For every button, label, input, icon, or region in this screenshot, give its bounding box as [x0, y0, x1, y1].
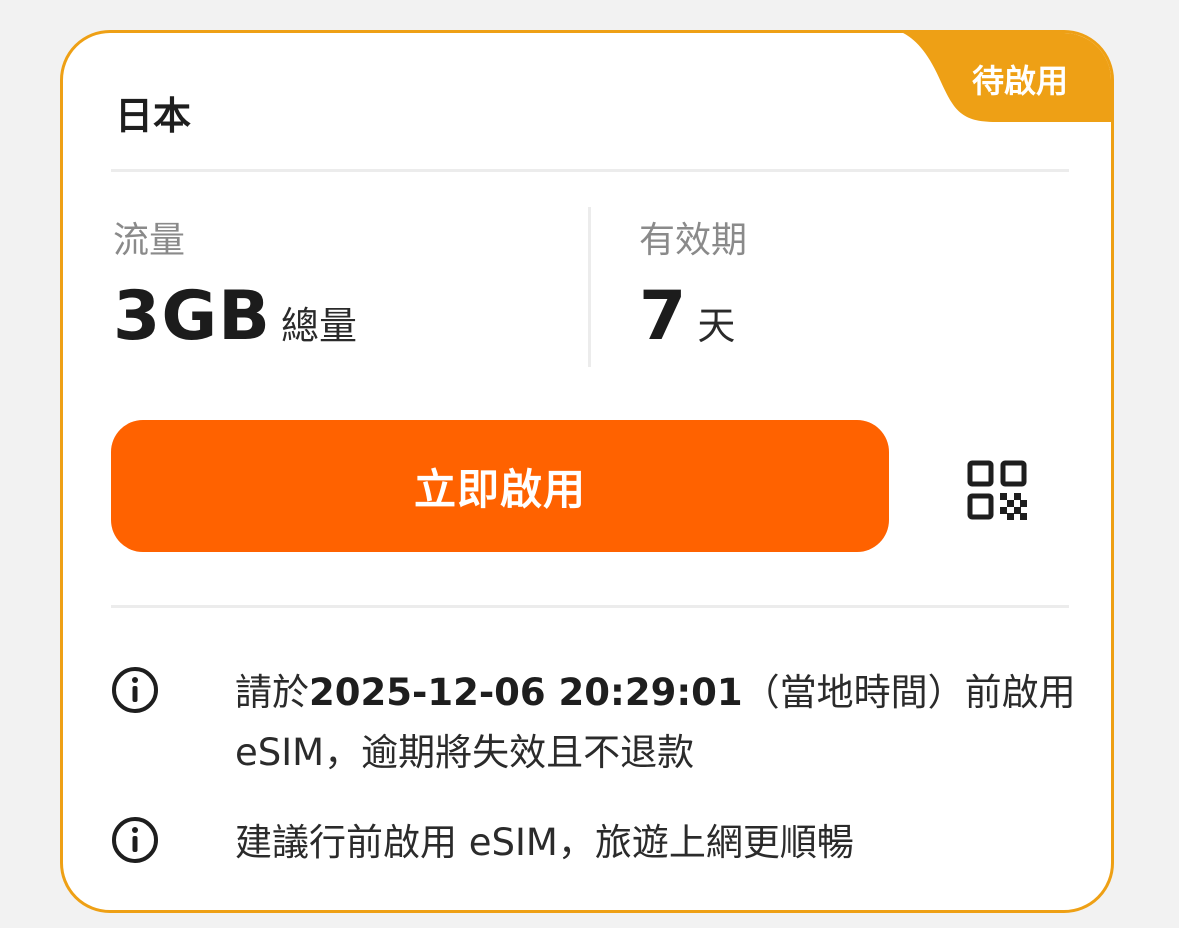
- vertical-divider: [588, 207, 591, 367]
- note-prefix: 請於: [235, 671, 309, 714]
- validity-label: 有效期: [639, 220, 748, 261]
- info-icon: [112, 817, 158, 863]
- country-name: 日本: [115, 94, 192, 138]
- data-value: 3GB: [113, 277, 271, 356]
- validity-value: 7: [639, 277, 688, 356]
- note-text: 建議行前啟用 eSIM，旅遊上網更順暢: [235, 821, 854, 864]
- status-label: 待啟用: [971, 62, 1068, 100]
- note-text: 請於2025-12-06 20:29:01（當地時間）前啟用 eSIM，逾期將失…: [235, 663, 1111, 783]
- divider: [111, 169, 1069, 172]
- qr-code-button[interactable]: [961, 454, 1033, 526]
- divider: [111, 605, 1069, 608]
- validity-unit: 天: [697, 304, 736, 348]
- status-badge: 待啟用: [896, 33, 1111, 122]
- info-icon: [112, 667, 158, 713]
- esim-card: 待啟用 日本 流量 3GB 總量 有效期 7天 立即啟用 請於2025-12-0…: [60, 30, 1114, 913]
- activation-deadline: 2025-12-06 20:29:01: [309, 671, 743, 714]
- data-allowance: 流量 3GB 總量: [113, 219, 357, 356]
- data-label: 流量: [113, 220, 186, 261]
- data-unit: 總量: [280, 304, 357, 348]
- qr-code-icon: [967, 460, 1027, 520]
- activate-button[interactable]: 立即啟用: [111, 420, 889, 552]
- validity-period: 有效期 7天: [639, 219, 747, 356]
